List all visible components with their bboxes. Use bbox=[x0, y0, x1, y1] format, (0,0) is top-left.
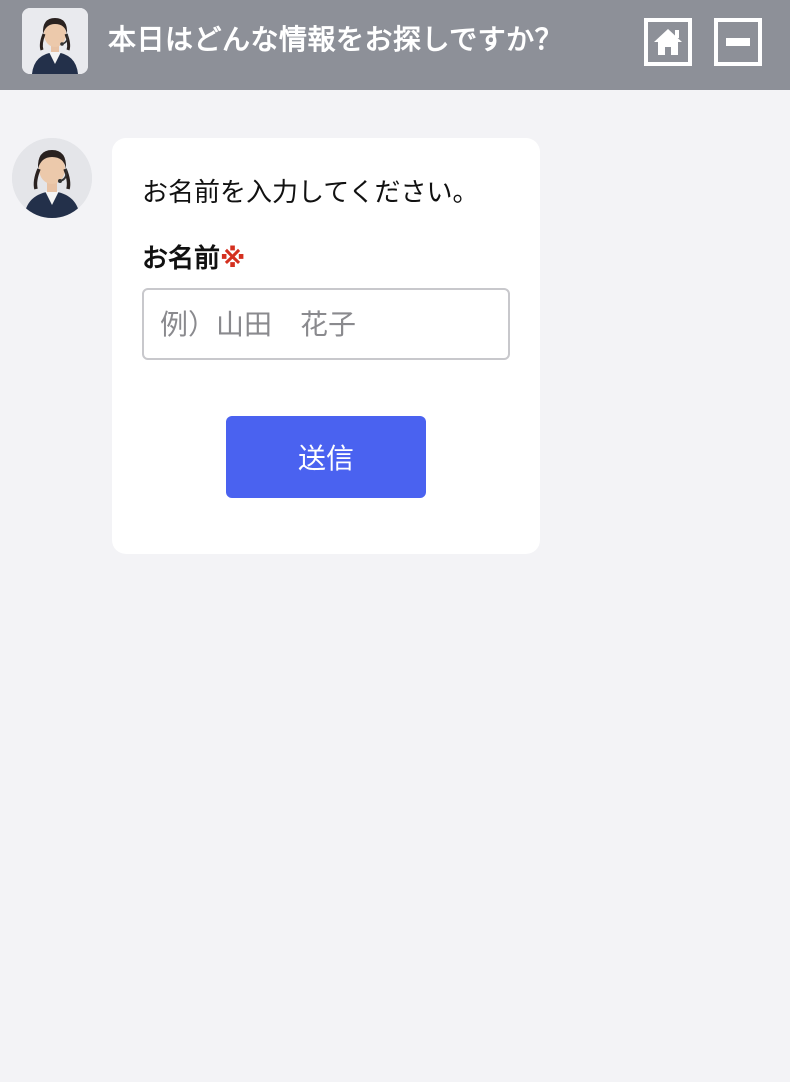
chat-header: 本日はどんな情報をお探しですか？ bbox=[0, 0, 790, 90]
minimize-button[interactable] bbox=[714, 18, 762, 66]
operator-photo-icon bbox=[12, 138, 92, 218]
header-title: 本日はどんな情報をお探しですか？ bbox=[108, 23, 564, 56]
home-button[interactable] bbox=[644, 18, 692, 66]
submit-button[interactable]: 送信 bbox=[226, 416, 426, 498]
minimize-icon bbox=[726, 38, 750, 46]
chat-prompt-text: お名前を入力してください。 bbox=[142, 178, 479, 208]
name-label-text: お名前 bbox=[142, 244, 221, 274]
chat-message-bubble: お名前を入力してください。 お名前※ 送信 bbox=[112, 138, 540, 554]
name-input[interactable] bbox=[142, 288, 510, 360]
bot-avatar bbox=[12, 138, 92, 218]
operator-avatar-icon bbox=[22, 8, 88, 74]
required-mark: ※ bbox=[220, 244, 246, 274]
name-field-label: お名前※ bbox=[142, 238, 245, 275]
home-icon bbox=[654, 29, 682, 55]
